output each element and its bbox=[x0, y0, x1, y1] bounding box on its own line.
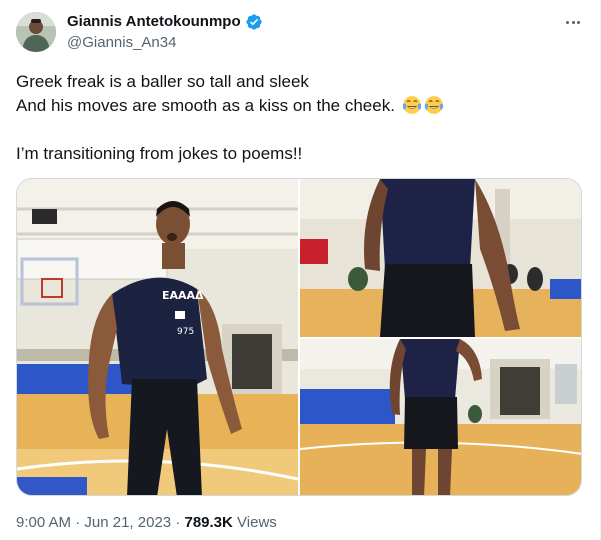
face-with-tears-of-joy-icon bbox=[402, 96, 421, 114]
avatar-image bbox=[16, 12, 56, 52]
meta-separator: · bbox=[75, 514, 81, 531]
player-back-photo[interactable] bbox=[300, 179, 581, 337]
jersey-text: EAAAΔ bbox=[162, 289, 204, 302]
tweet-line: And his moves are smooth as a kiss on th… bbox=[16, 96, 395, 115]
meta-separator: · bbox=[175, 514, 181, 531]
tweet-meta: 9:00 AM · Jun 21, 2023 · 789.3K Views bbox=[16, 513, 277, 533]
verified-badge-icon bbox=[246, 14, 262, 30]
tweet-text: Greek freak is a baller so tall and slee… bbox=[16, 70, 586, 166]
player-walking-photo[interactable] bbox=[300, 339, 581, 495]
author-handle[interactable]: @Giannis_An34 bbox=[67, 33, 176, 52]
gym-scene-image bbox=[300, 179, 581, 337]
avatar[interactable] bbox=[16, 12, 56, 52]
tweet-line: Greek freak is a baller so tall and slee… bbox=[16, 72, 309, 91]
views-count: 789.3K bbox=[184, 514, 233, 531]
tweet-line-with-emoji: And his moves are smooth as a kiss on th… bbox=[16, 94, 586, 118]
author-name[interactable]: Giannis Antetokounmpo bbox=[67, 12, 241, 32]
more-dot-icon bbox=[571, 20, 575, 24]
more-dot-icon bbox=[577, 20, 581, 24]
more-options-button[interactable] bbox=[563, 12, 583, 32]
views-label: Views bbox=[237, 514, 277, 531]
tweet-card: Giannis Antetokounmpo @Giannis_An34 Gree… bbox=[0, 0, 601, 540]
player-jersey-photo[interactable]: EAAAΔ 975 bbox=[17, 179, 298, 495]
face-with-tears-of-joy-icon bbox=[424, 96, 443, 114]
tweet-line: I’m transitioning from jokes to poems!! bbox=[16, 144, 303, 163]
tweet-timestamp-link[interactable]: 9:00 AM · Jun 21, 2023 bbox=[16, 514, 171, 531]
gym-scene-image bbox=[300, 339, 581, 495]
tweet-time: 9:00 AM bbox=[16, 514, 72, 531]
gym-scene-image: EAAAΔ 975 bbox=[17, 179, 298, 495]
more-dot-icon bbox=[565, 20, 569, 24]
tweet-date: Jun 21, 2023 bbox=[84, 514, 172, 531]
svg-text:975: 975 bbox=[177, 327, 194, 337]
media-grid: EAAAΔ 975 bbox=[16, 178, 582, 496]
